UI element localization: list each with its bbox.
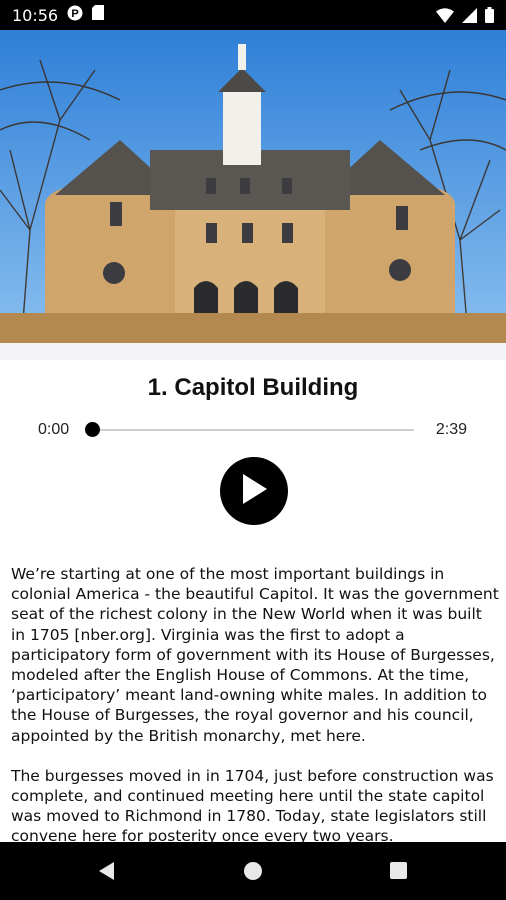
svg-text:P: P: [71, 8, 78, 20]
notification-p-icon: P: [67, 5, 83, 26]
status-bar: 10:56 P: [0, 0, 506, 30]
stop-title: 1. Capitol Building: [147, 374, 359, 401]
description-paragraph-2: The burgesses moved in in 1704, just bef…: [11, 766, 494, 846]
status-time: 10:56: [12, 5, 59, 25]
current-time: 0:00: [38, 421, 70, 438]
play-button[interactable]: [220, 457, 288, 525]
battery-icon: [485, 7, 494, 28]
recents-icon[interactable]: [390, 862, 407, 879]
seek-bar-track[interactable]: [92, 429, 414, 431]
hero-image-capitol-building: [0, 30, 506, 360]
cell-signal-icon: [462, 7, 477, 28]
description-paragraph-1: We’re starting at one of the most import…: [11, 565, 499, 745]
stop-description: We’re starting at one of the most import…: [11, 564, 499, 867]
back-icon[interactable]: [99, 862, 114, 880]
sd-card-icon: [92, 5, 105, 25]
status-right-icons: [436, 7, 494, 28]
play-icon: [239, 472, 269, 511]
seek-bar-thumb[interactable]: [85, 422, 100, 437]
duration: 2:39: [435, 421, 467, 438]
wifi-icon: [436, 7, 454, 28]
home-icon[interactable]: [244, 862, 262, 880]
